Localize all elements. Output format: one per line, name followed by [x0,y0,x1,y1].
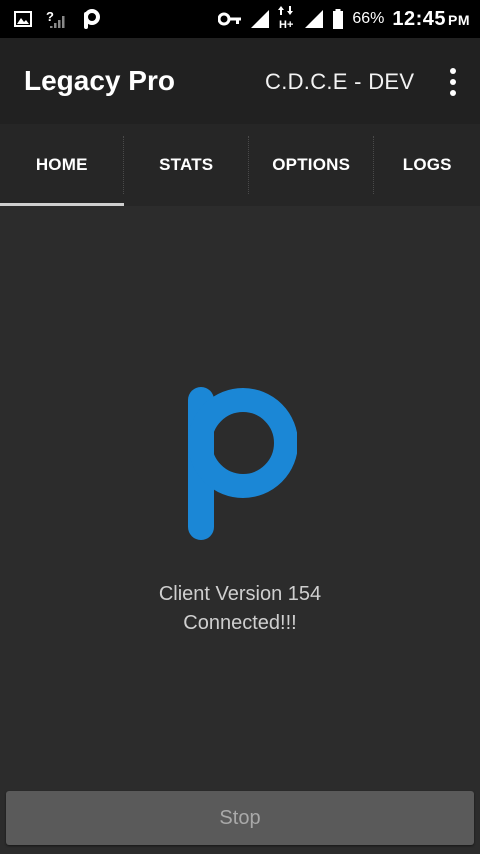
tab-home[interactable]: HOME [0,124,124,206]
signal-icon [250,9,270,29]
tab-options-label: OPTIONS [272,155,351,174]
status-bar-right: H+ 66% 12:45 PM [218,0,470,38]
app-subtitle: C.D.C.E - DEV [265,69,415,94]
svg-text:?: ? [46,9,54,24]
data-arrows-icon: H+ [278,6,296,32]
app-toolbar: Legacy Pro C.D.C.E - DEV [0,38,480,124]
more-vert-icon[interactable] [448,68,458,96]
signal-off-icon: ? [46,8,68,30]
app-title: Legacy Pro [24,65,175,96]
network-type-label: H+ [279,19,293,31]
overflow-dot [450,90,456,96]
stop-button[interactable]: Stop [6,791,474,845]
image-icon [14,11,32,27]
signal-icon-2 [304,9,324,29]
tab-selected-indicator [0,203,124,206]
tab-stats[interactable]: STATS [124,124,247,206]
tab-bar: HOME STATS OPTIONS LOGS [0,124,480,206]
tab-logs[interactable]: LOGS [374,124,480,206]
battery-icon [332,9,344,29]
tab-home-label: HOME [35,155,88,174]
clock: 12:45 PM [392,8,470,31]
status-bar: ? H+ 66% 12:45 PM [0,0,480,38]
client-version-text: Client Version 154 [158,583,322,605]
clock-ampm: PM [448,11,470,28]
clock-time: 12:45 [392,7,446,30]
app-p-icon [82,8,100,30]
tab-stats-label: STATS [159,155,214,174]
overflow-dot [450,79,456,85]
p-logo-icon [185,383,298,543]
overflow-dot [450,68,456,74]
status-bar-left: ? [0,8,100,30]
app-screen: ? H+ 66% 12:45 PM Legacy Pro C.D.C.E - D… [0,0,480,854]
tab-logs-label: LOGS [402,155,452,174]
tab-options[interactable]: OPTIONS [249,124,373,206]
connection-status-text: Connected!!! [183,612,297,634]
key-icon [218,12,242,26]
connection-info: Client Version 154 Connected!!! [0,580,480,638]
battery-percent: 66% [352,10,385,27]
